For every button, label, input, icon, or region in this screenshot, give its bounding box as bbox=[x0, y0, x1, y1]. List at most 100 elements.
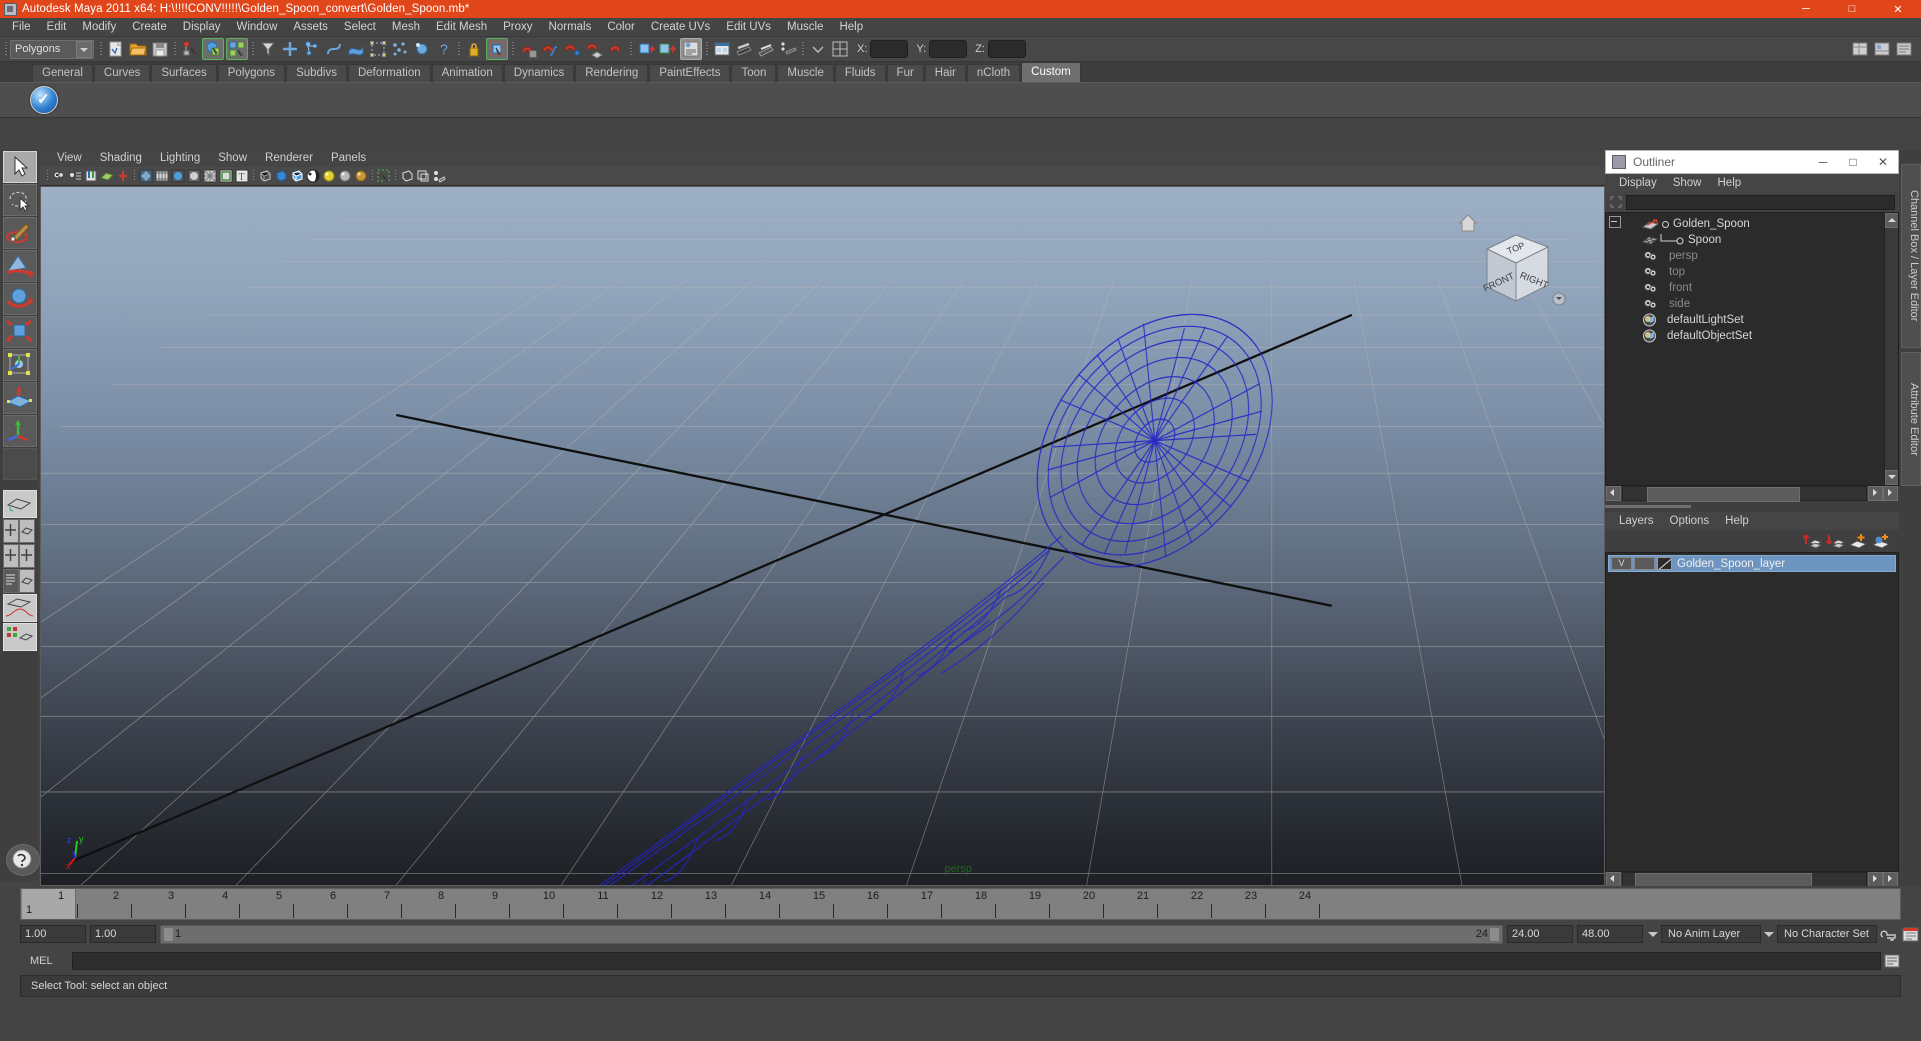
toolbar-grip-4[interactable] bbox=[250, 40, 256, 58]
anim-end-field[interactable]: 48.00 bbox=[1577, 925, 1643, 943]
paint-select-tool[interactable] bbox=[3, 217, 37, 249]
new-layer-icon[interactable] bbox=[1848, 532, 1868, 550]
perspective-viewport[interactable]: TOP FRONT RIGHT x y z persp bbox=[40, 186, 1605, 886]
menu-proxy[interactable]: Proxy bbox=[495, 18, 540, 36]
select-curve-icon[interactable] bbox=[324, 39, 344, 59]
three-pane-layout[interactable] bbox=[19, 544, 35, 568]
outliner-hscroll-left-button[interactable] bbox=[1606, 486, 1621, 501]
lock-icon[interactable] bbox=[464, 39, 484, 59]
viewport-menu-lighting[interactable]: Lighting bbox=[151, 150, 209, 167]
outliner-item-golden-spoon[interactable]: Golden_Spoon bbox=[1606, 216, 1884, 232]
range-slider[interactable]: 1 24 bbox=[160, 924, 1503, 944]
outliner-search-input[interactable] bbox=[1626, 194, 1895, 210]
toolbar-grip[interactable] bbox=[3, 40, 9, 58]
select-tool[interactable] bbox=[3, 151, 37, 183]
time-slider[interactable]: 1 1 2 3 4 5 6 7 8 9 10 11 12 13 14 15 16… bbox=[20, 888, 1901, 920]
viewport-toolbar-grip[interactable] bbox=[45, 169, 50, 183]
scale-tool[interactable] bbox=[3, 316, 37, 348]
layer-menu-options[interactable]: Options bbox=[1662, 512, 1718, 530]
menu-assets[interactable]: Assets bbox=[285, 18, 336, 36]
help-tool[interactable] bbox=[6, 844, 40, 876]
persp-graph-layout[interactable] bbox=[3, 594, 37, 622]
shelf-tab-surfaces[interactable]: Surfaces bbox=[151, 64, 217, 82]
shelf-tab-rendering[interactable]: Rendering bbox=[575, 64, 649, 82]
use-all-lights-icon[interactable] bbox=[338, 169, 352, 183]
outliner-layout[interactable] bbox=[3, 569, 19, 593]
maximize-button[interactable]: □ bbox=[1829, 0, 1875, 18]
select-other-icon[interactable]: ? bbox=[434, 39, 454, 59]
menu-edit-uvs[interactable]: Edit UVs bbox=[718, 18, 779, 36]
chevron-down-icon[interactable] bbox=[808, 39, 828, 59]
layer-visibility-toggle[interactable]: V bbox=[1611, 557, 1632, 570]
outliner-tree[interactable]: Golden_Spoon Spoon persp top front side … bbox=[1605, 212, 1899, 486]
sidebar-attribute-icon[interactable] bbox=[1894, 39, 1914, 59]
use-default-light-icon[interactable] bbox=[322, 169, 336, 183]
toolbar-grip-6[interactable] bbox=[510, 40, 516, 58]
open-scene-icon[interactable] bbox=[128, 39, 148, 59]
outliner-persp-layout[interactable] bbox=[19, 519, 35, 543]
z-coord-field[interactable] bbox=[987, 40, 1026, 58]
auto-keyframe-icon[interactable] bbox=[1880, 925, 1899, 944]
toolbar-grip-9[interactable] bbox=[800, 40, 806, 58]
outliner-scroll-up-button[interactable] bbox=[1885, 213, 1898, 228]
render-current-frame-icon[interactable] bbox=[712, 39, 732, 59]
menu-muscle[interactable]: Muscle bbox=[779, 18, 831, 36]
toolbar-grip-7[interactable] bbox=[628, 40, 634, 58]
viewport-menu-shading[interactable]: Shading bbox=[91, 150, 151, 167]
snap-point-icon[interactable] bbox=[562, 39, 582, 59]
xray-joints-icon[interactable] bbox=[416, 169, 430, 183]
keyframe-icon[interactable] bbox=[116, 169, 130, 183]
construction-history-out-icon[interactable] bbox=[658, 39, 678, 59]
hypershade-icon[interactable] bbox=[778, 39, 798, 59]
anim-start-field[interactable]: 1.00 bbox=[90, 925, 156, 943]
rotate-tool[interactable] bbox=[3, 283, 37, 315]
outliner-hscroll-track[interactable] bbox=[1622, 486, 1867, 502]
outliner-hscroll-right-button-2[interactable] bbox=[1883, 486, 1898, 501]
render-globals-icon[interactable] bbox=[756, 39, 776, 59]
new-layer-from-selected-icon[interactable] bbox=[1871, 532, 1891, 550]
outliner-item-top[interactable]: top bbox=[1606, 264, 1884, 280]
highlight-selection-icon[interactable] bbox=[486, 38, 508, 60]
new-scene-icon[interactable] bbox=[106, 39, 126, 59]
select-object-icon[interactable] bbox=[202, 38, 224, 60]
outliner-minimize-button[interactable]: ─ bbox=[1808, 152, 1838, 172]
layer-hscroll-left-button[interactable] bbox=[1606, 871, 1621, 887]
toolbar-grip-8[interactable] bbox=[704, 40, 710, 58]
move-tool[interactable] bbox=[3, 250, 37, 282]
toolbar-grip-2[interactable] bbox=[98, 40, 104, 58]
select-surface-icon[interactable] bbox=[346, 39, 366, 59]
menu-edit[interactable]: Edit bbox=[39, 18, 75, 36]
x-coord-field[interactable] bbox=[870, 40, 909, 58]
select-hierarchy-icon[interactable] bbox=[180, 39, 200, 59]
view-cube[interactable]: TOP FRONT RIGHT bbox=[1454, 207, 1574, 317]
minimize-button[interactable]: ─ bbox=[1783, 0, 1829, 18]
menu-set-selector[interactable]: Polygons bbox=[10, 39, 94, 59]
soft-modification-tool[interactable] bbox=[3, 382, 37, 414]
close-button[interactable]: ✕ bbox=[1875, 0, 1921, 18]
save-scene-icon[interactable] bbox=[150, 39, 170, 59]
outliner-close-button[interactable]: ✕ bbox=[1868, 152, 1898, 172]
outliner-item-default-light-set[interactable]: defaultLightSet bbox=[1606, 312, 1884, 328]
four-view-layout[interactable] bbox=[3, 519, 19, 543]
field-chart-icon[interactable] bbox=[203, 169, 217, 183]
menu-create-uvs[interactable]: Create UVs bbox=[643, 18, 718, 36]
character-set-dropdown-icon[interactable] bbox=[1763, 926, 1775, 942]
menu-edit-mesh[interactable]: Edit Mesh bbox=[428, 18, 495, 36]
construction-history-in-icon[interactable] bbox=[636, 39, 656, 59]
menu-modify[interactable]: Modify bbox=[74, 18, 124, 36]
shelf-tab-painteffects[interactable]: PaintEffects bbox=[649, 64, 731, 82]
layer-menu-help[interactable]: Help bbox=[1717, 512, 1757, 530]
outliner-hscroll-right-button-1[interactable] bbox=[1868, 486, 1883, 501]
select-render-icon[interactable] bbox=[412, 39, 432, 59]
layer-color-swatch[interactable] bbox=[1657, 557, 1672, 570]
outliner-menu-display[interactable]: Display bbox=[1611, 174, 1665, 192]
lasso-select-tool[interactable] bbox=[3, 184, 37, 216]
character-set-selector[interactable]: No Character Set bbox=[1777, 925, 1877, 943]
show-manipulator-tool[interactable] bbox=[3, 415, 37, 447]
tab-attribute-editor[interactable]: Attribute Editor bbox=[1901, 352, 1921, 486]
range-end-field[interactable]: 24.00 bbox=[1507, 925, 1573, 943]
snap-curve-icon[interactable] bbox=[540, 39, 560, 59]
shelf-tab-muscle[interactable]: Muscle bbox=[777, 64, 834, 82]
outliner-horizontal-scrollbar[interactable] bbox=[1605, 486, 1899, 502]
layer-row-golden-spoon[interactable]: V Golden_Spoon_layer bbox=[1608, 555, 1896, 572]
